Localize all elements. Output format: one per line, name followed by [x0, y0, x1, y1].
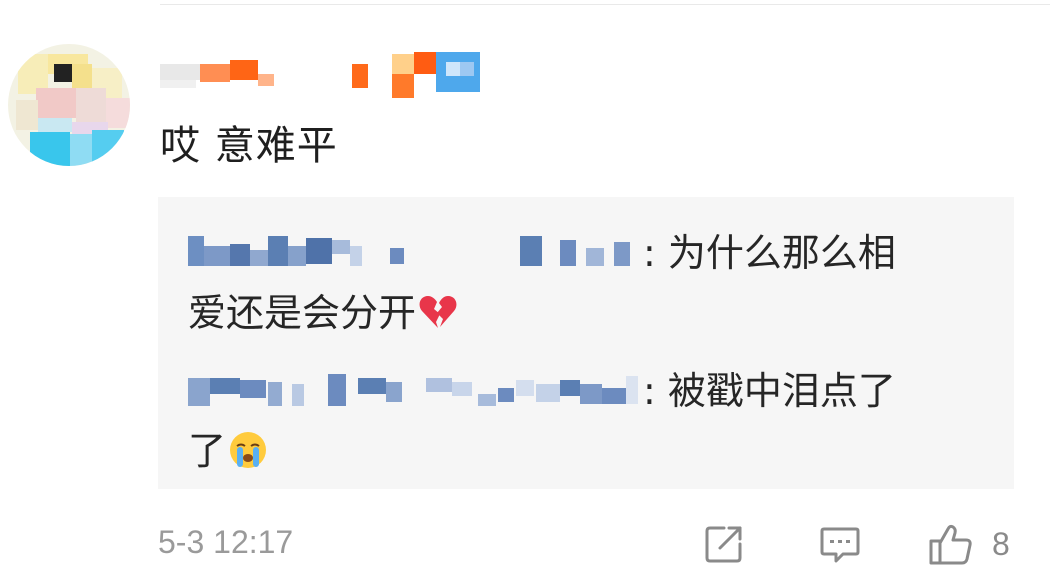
comment-footer: 5-3 12:17 8	[158, 520, 1038, 568]
username[interactable]	[160, 46, 500, 100]
avatar[interactable]	[8, 44, 130, 166]
broken-heart-icon	[418, 289, 458, 329]
comment-icon	[818, 522, 862, 566]
like-button[interactable]: 8	[928, 520, 1010, 568]
reply-text-line1: : 为什么那么相	[643, 231, 896, 275]
share-button[interactable]	[702, 520, 746, 568]
reply-username[interactable]	[188, 232, 643, 272]
top-divider	[160, 4, 1050, 5]
reply-item[interactable]: : 为什么那么相 爱还是会分开	[188, 223, 968, 343]
crying-face-icon	[228, 427, 268, 468]
reply-item[interactable]: : 被戳中泪点了 了	[188, 361, 968, 481]
share-icon	[702, 522, 746, 566]
reply-text-line1: : 被戳中泪点了	[643, 369, 896, 413]
thumbs-up-icon	[928, 521, 974, 567]
comment-text: 哎 意难平	[160, 123, 338, 169]
reply-username[interactable]	[188, 370, 643, 410]
comment-button[interactable]	[818, 520, 862, 568]
timestamp: 5-3 12:17	[158, 524, 294, 560]
replies-box[interactable]: : 为什么那么相 爱还是会分开 : 被戳中泪点了 了	[158, 197, 1014, 489]
reply-text-line2: 了	[188, 429, 227, 473]
reply-text-line2: 爱还是会分开	[188, 291, 417, 335]
like-count: 8	[992, 525, 1010, 562]
